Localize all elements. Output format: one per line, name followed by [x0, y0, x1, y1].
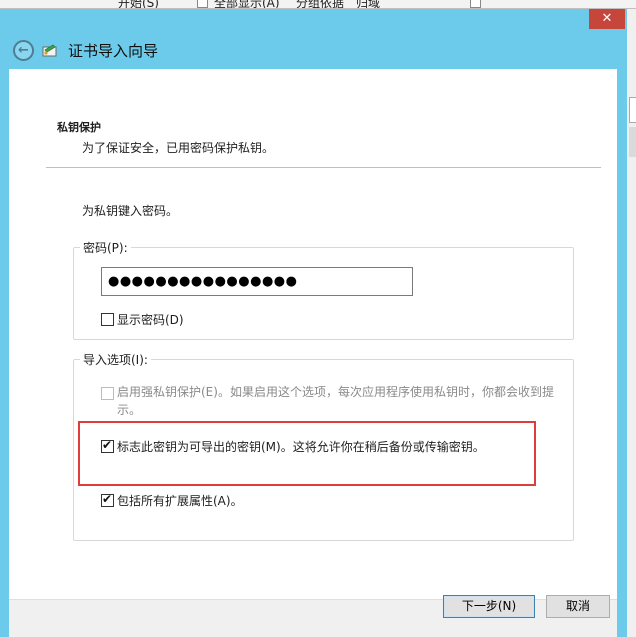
- password-input[interactable]: ●●●●●●●●●●●●●●●●: [101, 267, 413, 296]
- strong-protection-label: 启用强私钥保护(E)。如果启用这个选项，每次应用程序使用私钥时，你都会收到提示。: [117, 385, 554, 417]
- password-label: 密码(P):: [80, 239, 131, 256]
- checkmark-icon: ✔: [102, 492, 113, 506]
- window-title: 证书导入向导: [68, 42, 159, 60]
- next-button[interactable]: 下一步(N): [443, 595, 535, 618]
- strong-protection-checkbox[interactable]: [101, 387, 114, 400]
- bg-item: 全部显示(A): [214, 0, 280, 9]
- wizard-content: 私钥保护 为了保证安全，已用密码保护私钥。 为私钥键入密码。 密码(P): ●●…: [9, 69, 617, 599]
- certificate-wizard-icon: [42, 44, 57, 57]
- background-app-edge: [626, 9, 636, 637]
- close-icon: ✕: [601, 11, 613, 26]
- cancel-button[interactable]: 取消: [546, 595, 610, 618]
- page-subtitle: 为了保证安全，已用密码保护私钥。: [82, 141, 275, 155]
- show-password-checkbox[interactable]: [101, 313, 114, 326]
- show-password-label: 显示密码(D): [117, 313, 184, 327]
- back-arrow-icon: ←: [18, 43, 29, 58]
- extended-properties-checkbox[interactable]: ✔: [101, 492, 114, 507]
- bg-checkbox: [470, 0, 481, 8]
- bg-item: 分组依据: [296, 0, 345, 9]
- checkmark-icon: ✔: [102, 438, 113, 452]
- bg-checkbox: [197, 0, 208, 8]
- title-bar: ← 证书导入向导: [0, 33, 600, 67]
- wizard-window: ✕ ← 证书导入向导 私钥保护 为了保证安全，已用密码保护私钥。 为私钥键入密码…: [0, 9, 627, 637]
- divider: [46, 167, 601, 168]
- page-title: 私钥保护: [57, 121, 101, 134]
- background-window-strip: 开始(S) 全部显示(A) 分组依据 归域: [0, 0, 636, 9]
- bg-item: 开始(S): [118, 0, 159, 9]
- close-button[interactable]: ✕: [589, 9, 625, 29]
- exportable-key-checkbox[interactable]: ✔: [101, 438, 114, 453]
- extended-properties-label: 包括所有扩展属性(A)。: [117, 494, 243, 508]
- bg-item: 归域: [356, 0, 381, 9]
- password-prompt: 为私钥键入密码。: [82, 204, 179, 218]
- import-options-label: 导入选项(I):: [80, 351, 151, 368]
- exportable-key-label: 标志此密钥为可导出的密钥(M)。这将允许你在稍后备份或传输密钥。: [117, 440, 485, 454]
- back-button[interactable]: ←: [13, 40, 34, 61]
